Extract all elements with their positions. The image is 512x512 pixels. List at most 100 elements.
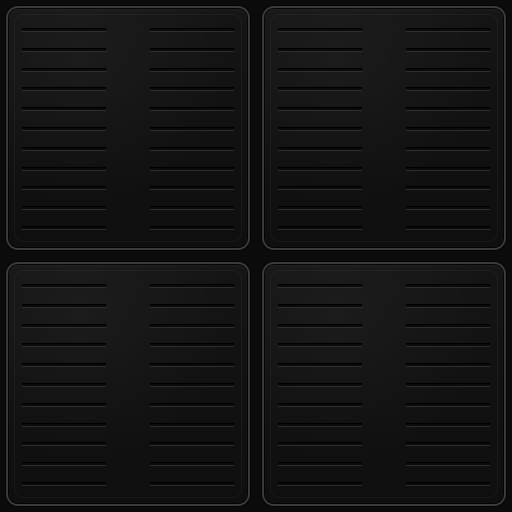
panel-top-right-cell bbox=[256, 0, 512, 256]
vent-slot bbox=[150, 323, 234, 328]
vent-slot bbox=[278, 146, 362, 151]
vent-slot bbox=[150, 402, 234, 407]
vent-slot bbox=[278, 343, 362, 348]
vent-slot bbox=[406, 383, 490, 387]
vent-slot bbox=[22, 402, 106, 407]
vent-panel-texture bbox=[0, 0, 512, 512]
vent-slot bbox=[406, 442, 490, 447]
vent-slot bbox=[406, 402, 490, 407]
vent-slot bbox=[406, 28, 490, 32]
vent-slot bbox=[150, 383, 234, 387]
vent-slot bbox=[278, 303, 362, 308]
right-grille bbox=[150, 28, 234, 240]
vent-slot bbox=[278, 186, 362, 191]
vent-slot bbox=[150, 482, 234, 486]
vent-slot bbox=[22, 28, 106, 32]
vent-slot bbox=[406, 323, 490, 328]
vent-slot bbox=[406, 343, 490, 348]
vent-slot bbox=[22, 186, 106, 191]
vent-slot bbox=[22, 47, 106, 52]
vent-panel bbox=[6, 262, 250, 506]
vent-slot bbox=[150, 186, 234, 191]
vent-slot bbox=[278, 127, 362, 131]
vent-slot bbox=[406, 186, 490, 191]
vent-slot bbox=[150, 303, 234, 308]
vent-slot bbox=[150, 47, 234, 52]
vent-slot bbox=[150, 166, 234, 171]
vent-slot bbox=[406, 422, 490, 427]
left-grille bbox=[22, 284, 106, 496]
vent-slot bbox=[278, 462, 362, 467]
vent-slot bbox=[150, 226, 234, 230]
vent-slot bbox=[406, 206, 490, 211]
vent-slot bbox=[406, 67, 490, 72]
vent-slot bbox=[278, 422, 362, 427]
panel-bottom-right-cell bbox=[256, 256, 512, 512]
right-grille bbox=[150, 284, 234, 496]
vent-slot bbox=[150, 127, 234, 131]
vent-slot bbox=[406, 47, 490, 52]
vent-slot bbox=[150, 107, 234, 112]
vent-slot bbox=[406, 303, 490, 308]
vent-slot bbox=[22, 206, 106, 211]
vent-slot bbox=[150, 206, 234, 211]
vent-slot bbox=[278, 402, 362, 407]
left-grille bbox=[278, 284, 362, 496]
vent-slot bbox=[150, 87, 234, 92]
vent-slot bbox=[22, 284, 106, 288]
vent-slot bbox=[278, 28, 362, 32]
vent-slot bbox=[150, 422, 234, 427]
vent-slot bbox=[406, 166, 490, 171]
vent-slot bbox=[278, 383, 362, 387]
vent-slot bbox=[150, 146, 234, 151]
vent-slot bbox=[278, 442, 362, 447]
vent-slot bbox=[150, 363, 234, 368]
vent-slot bbox=[406, 146, 490, 151]
vent-panel bbox=[262, 6, 506, 250]
vent-slot bbox=[406, 87, 490, 92]
vent-slot bbox=[278, 284, 362, 288]
vent-slot bbox=[278, 206, 362, 211]
vent-slot bbox=[22, 422, 106, 427]
vent-slot bbox=[406, 482, 490, 486]
vent-slot bbox=[22, 226, 106, 230]
vent-slot bbox=[278, 87, 362, 92]
vent-slot bbox=[150, 67, 234, 72]
right-grille bbox=[406, 28, 490, 240]
left-grille bbox=[278, 28, 362, 240]
vent-slot bbox=[150, 28, 234, 32]
vent-slot bbox=[406, 127, 490, 131]
left-grille bbox=[22, 28, 106, 240]
vent-slot bbox=[22, 442, 106, 447]
vent-slot bbox=[278, 67, 362, 72]
vent-slot bbox=[22, 462, 106, 467]
vent-slot bbox=[22, 482, 106, 486]
vent-slot bbox=[406, 284, 490, 288]
vent-slot bbox=[150, 284, 234, 288]
panel-bottom-left-cell bbox=[0, 256, 256, 512]
vent-panel bbox=[6, 6, 250, 250]
vent-slot bbox=[278, 323, 362, 328]
right-grille bbox=[406, 284, 490, 496]
vent-slot bbox=[22, 67, 106, 72]
vent-slot bbox=[406, 462, 490, 467]
vent-slot bbox=[278, 166, 362, 171]
vent-slot bbox=[22, 127, 106, 131]
vent-slot bbox=[22, 303, 106, 308]
vent-slot bbox=[22, 166, 106, 171]
vent-slot bbox=[278, 47, 362, 52]
vent-slot bbox=[150, 442, 234, 447]
vent-slot bbox=[22, 146, 106, 151]
vent-slot bbox=[278, 226, 362, 230]
vent-slot bbox=[22, 87, 106, 92]
vent-slot bbox=[406, 226, 490, 230]
vent-slot bbox=[406, 363, 490, 368]
vent-slot bbox=[22, 323, 106, 328]
vent-slot bbox=[278, 482, 362, 486]
vent-slot bbox=[278, 107, 362, 112]
panel-top-left-cell bbox=[0, 0, 256, 256]
vent-slot bbox=[22, 343, 106, 348]
vent-panel bbox=[262, 262, 506, 506]
vent-slot bbox=[22, 383, 106, 387]
vent-slot bbox=[150, 343, 234, 348]
